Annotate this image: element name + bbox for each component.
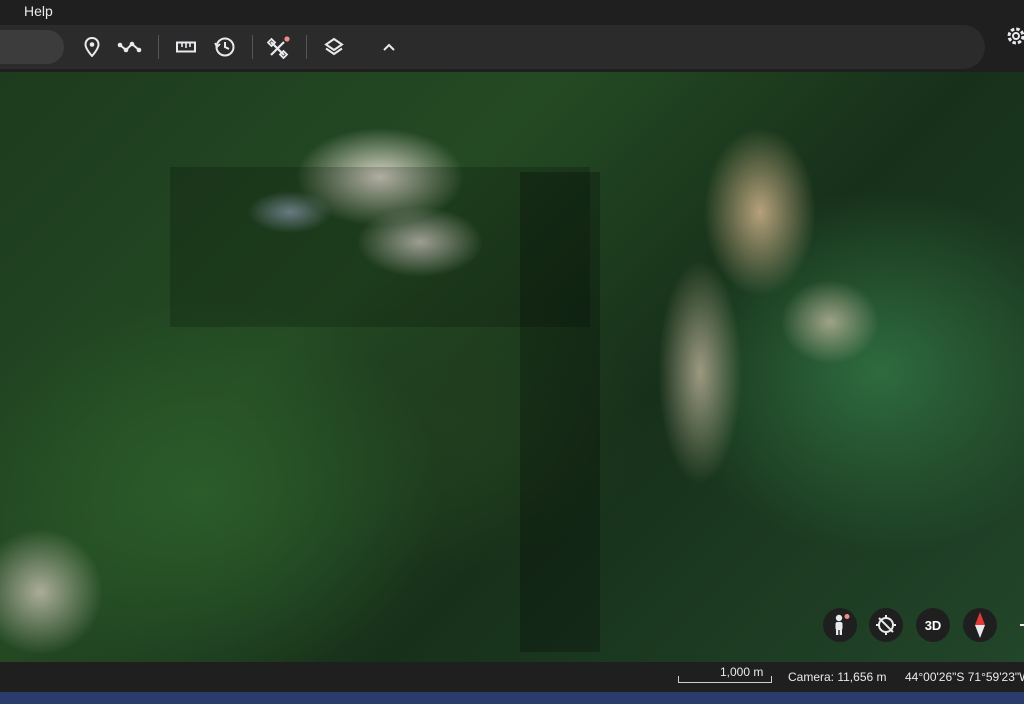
layers-icon (324, 37, 344, 56)
menu-help[interactable]: Help (24, 3, 53, 19)
status-bar: 1,000 m Camera: 11,656 m 44°00'26"S 71°5… (0, 662, 1024, 692)
satellite-icon (267, 36, 290, 59)
history-icon (214, 37, 235, 57)
terrain-shadow (520, 172, 600, 652)
street-view-button[interactable] (823, 608, 857, 642)
no-tilt-icon (876, 615, 896, 635)
reset-tilt-button[interactable] (869, 608, 903, 642)
gear-icon (1007, 27, 1024, 45)
compass-button[interactable] (963, 608, 997, 642)
menu-bar: Help (0, 0, 1024, 22)
pegman-icon (835, 614, 850, 635)
layers-button[interactable] (320, 33, 348, 61)
settings-button[interactable] (1004, 24, 1024, 48)
toggle-3d-label: 3D (924, 617, 942, 633)
placemark-button[interactable] (78, 33, 106, 61)
collapse-toolbar-button[interactable] (375, 33, 403, 61)
toolbar (0, 25, 985, 69)
placemark-icon (84, 37, 100, 57)
search-box[interactable] (0, 30, 64, 64)
path-icon (117, 41, 142, 53)
scale-bar (678, 676, 772, 683)
ruler-icon (176, 41, 196, 53)
camera-altitude: Camera: 11,656 m (788, 670, 887, 684)
historical-imagery-button[interactable] (211, 33, 239, 61)
zoom-out-icon (1020, 624, 1024, 626)
zoom-control[interactable] (1014, 608, 1024, 642)
path-button[interactable] (116, 33, 144, 61)
map-view[interactable] (0, 72, 1024, 662)
voyager-button[interactable] (265, 33, 293, 61)
toggle-3d-button[interactable]: 3D (916, 608, 950, 642)
toolbar-divider (158, 35, 159, 59)
cursor-coordinates: 44°00'26"S 71°59'23"W (905, 670, 1024, 684)
toolbar-divider (252, 35, 253, 59)
toolbar-divider (306, 35, 307, 59)
chevron-up-icon (383, 43, 395, 51)
compass-icon (975, 612, 985, 638)
ruler-button[interactable] (172, 33, 200, 61)
window-bottom-edge (0, 692, 1024, 704)
